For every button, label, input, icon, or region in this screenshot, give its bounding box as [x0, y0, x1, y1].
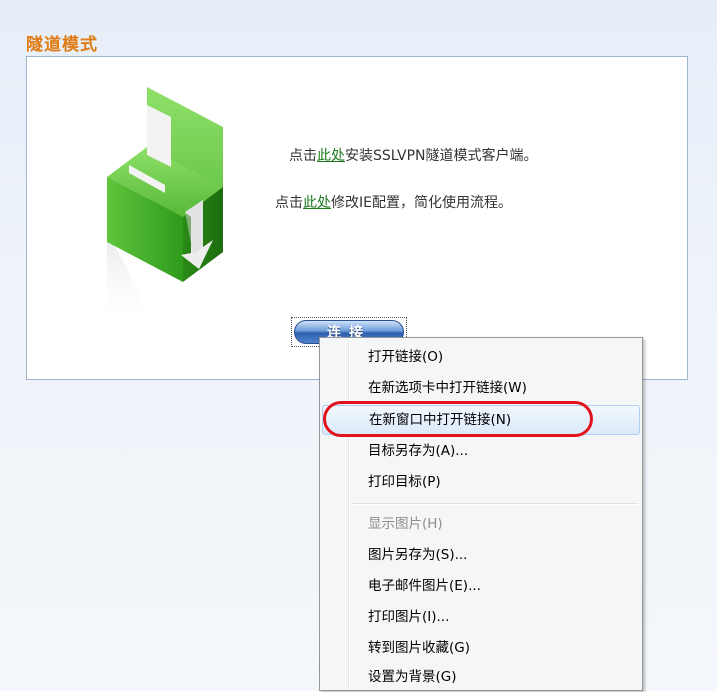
install-client-text: 点击此处安装SSLVPN隧道模式客户端。 — [289, 145, 538, 165]
menu-separator — [353, 503, 638, 505]
menu-item-open-in-new-tab[interactable]: 在新选项卡中打开链接(W) — [322, 373, 640, 403]
modify-ie-text: 点击此处修改IE配置，简化使用流程。 — [275, 192, 512, 212]
menu-item-save-picture-as[interactable]: 图片另存为(S)... — [322, 540, 640, 570]
install-package-icon — [107, 87, 223, 327]
modify-ie-link[interactable]: 此处 — [303, 195, 331, 211]
context-menu: 打开链接(O) 在新选项卡中打开链接(W) 在新窗口中打开链接(N) 目标另存为… — [319, 337, 643, 691]
menu-item-set-as-background[interactable]: 设置为背景(G) — [322, 662, 640, 692]
menu-item-open-link[interactable]: 打开链接(O) — [322, 342, 640, 372]
modify-ie-prefix: 点击 — [275, 195, 303, 211]
menu-item-show-picture: 显示图片(H) — [368, 516, 443, 532]
menu-item-print-target[interactable]: 打印目标(P) — [322, 467, 640, 497]
modify-ie-suffix: 修改IE配置，简化使用流程。 — [331, 195, 512, 211]
menu-item-email-picture[interactable]: 电子邮件图片(E)... — [322, 571, 640, 601]
menu-item-print-picture[interactable]: 打印图片(I)... — [322, 602, 640, 632]
install-client-link[interactable]: 此处 — [317, 148, 345, 164]
menu-item-open-in-new-window[interactable]: 在新窗口中打开链接(N) — [322, 405, 640, 435]
menu-item-go-to-pictures[interactable]: 转到图片收藏(G) — [322, 633, 640, 663]
install-client-prefix: 点击 — [289, 148, 317, 164]
section-title: 隧道模式 — [26, 35, 98, 55]
menu-item-save-target-as[interactable]: 目标另存为(A)... — [322, 436, 640, 466]
tunnel-mode-panel: 点击此处安装SSLVPN隧道模式客户端。 点击此处修改IE配置，简化使用流程。 … — [26, 56, 688, 380]
install-client-suffix: 安装SSLVPN隧道模式客户端。 — [345, 148, 538, 164]
